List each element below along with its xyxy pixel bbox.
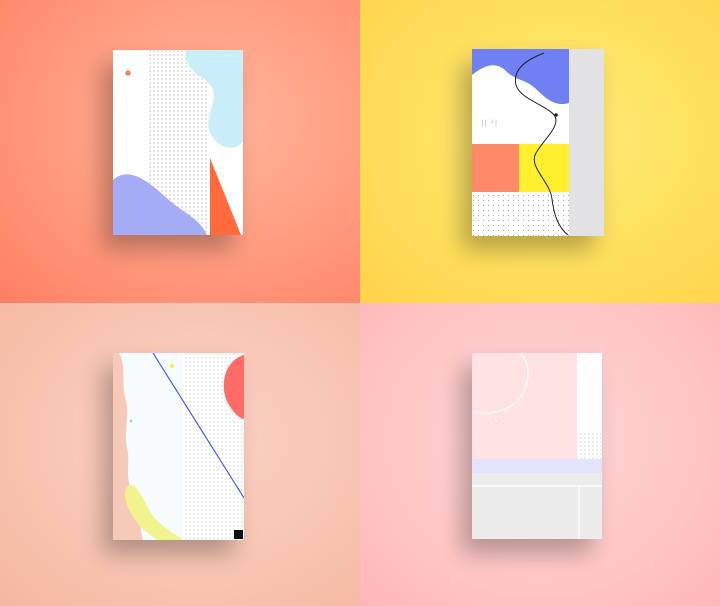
yellow-quadrant: II *I [360,0,720,303]
line-dot [554,113,558,117]
grey-strip [569,49,604,236]
pink-quadrant [360,303,720,606]
peach-poster [113,353,244,540]
white-strip [577,353,602,433]
yellow-square [519,144,569,192]
orange-dot [125,70,131,76]
yellow-poster: II *I [472,49,604,236]
teal-dot [129,419,133,423]
peach-quadrant [0,303,360,606]
salmon-square [472,144,519,192]
pink-poster [472,353,602,539]
dotted-block [577,433,602,459]
lavender-band [472,459,602,473]
small-dot [494,419,498,423]
poster-mark: II *I [481,118,498,130]
coral-quadrant [0,0,360,303]
coral-poster [113,50,243,235]
dotted-band [472,192,569,236]
black-square [234,530,243,539]
poster-grid: II *I [0,0,720,606]
grey-block [472,473,602,539]
yellow-dot [170,364,174,368]
